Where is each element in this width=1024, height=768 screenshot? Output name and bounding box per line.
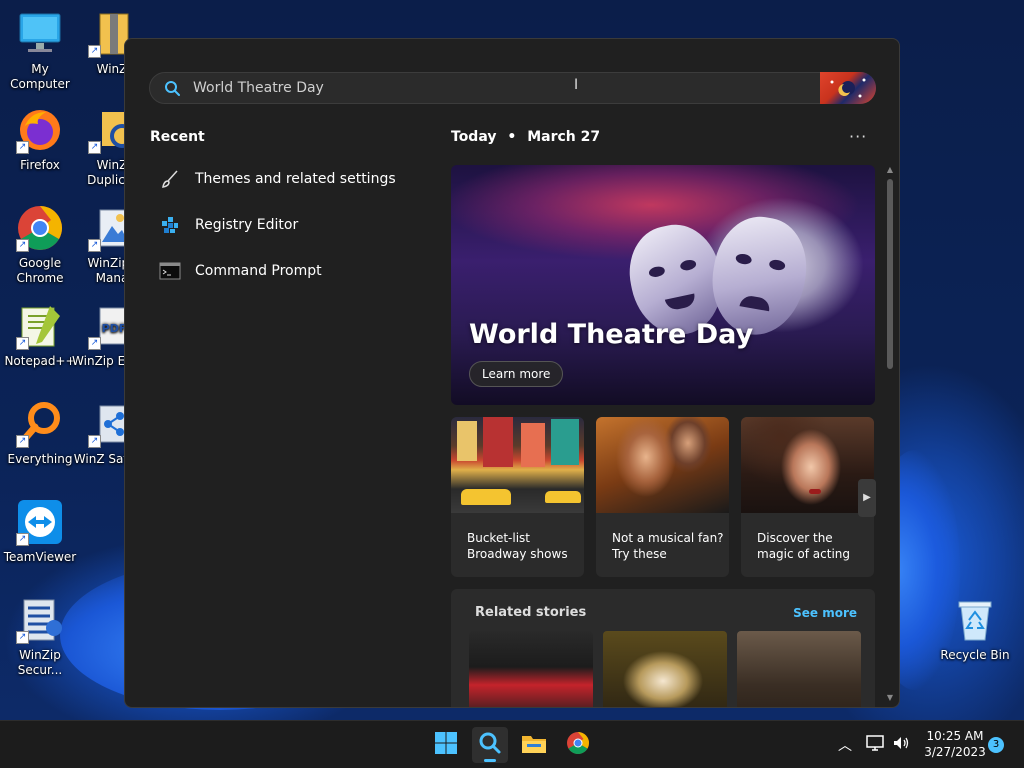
desktop-icon-winzip-secure[interactable]: ↗ WinZip Secur... [0,596,80,678]
svg-text:PDF: PDF [102,322,127,335]
command-prompt-icon [159,260,181,282]
card-image [451,417,584,513]
related-stories: Related stories See more [451,589,875,707]
teamviewer-icon: ↗ [16,498,64,546]
learn-more-button[interactable]: Learn more [469,361,564,387]
carousel-next-button[interactable]: ▶ [858,479,876,517]
shortcut-arrow-icon: ↗ [16,141,29,154]
clock[interactable]: 10:25 AM 3/27/2023 [916,728,994,760]
scrollbar[interactable]: ▲ ▼ [885,165,895,705]
start-button[interactable] [428,727,464,763]
desktop-icon-recycle-bin[interactable]: Recycle Bin [935,596,1015,663]
shortcut-arrow-icon: ↗ [88,45,101,58]
shortcut-arrow-icon: ↗ [16,239,29,252]
registry-editor-icon [159,214,181,236]
desktop-icon-label: TeamViewer [3,550,77,564]
taskbar: ︿ 10:25 AM 3/27/2023 3 [0,720,1024,768]
shortcut-arrow-icon: ↗ [88,435,101,448]
windows-logo-icon [434,731,458,759]
desktop-icon-label: My Computer [10,62,70,91]
computer-icon [16,10,64,58]
related-story-thumb[interactable] [737,631,861,707]
desktop-icon-label: Firefox [20,158,60,172]
notification-badge[interactable]: 3 [988,737,1004,753]
taskbar-search-button[interactable] [472,727,508,763]
scroll-up-icon[interactable]: ▲ [885,165,895,174]
card-caption: Bucket-list Broadway shows [467,531,568,561]
shortcut-arrow-icon: ↗ [88,141,101,154]
firefox-icon: ↗ [16,106,64,154]
card-caption: Not a musical fan? Try these [612,531,724,561]
search-highlight-doodle-icon[interactable] [820,72,876,104]
today-label: Today [451,129,497,145]
more-options-button[interactable]: ··· [849,127,867,146]
recent-heading: Recent [150,129,205,145]
recent-item-label: Command Prompt [195,263,322,279]
taskbar-chrome[interactable] [560,727,596,763]
recent-item-label: Themes and related settings [195,171,396,187]
search-panel: World Theatre Day I Recent Themes and re… [124,38,900,708]
shortcut-arrow-icon: ↗ [16,435,29,448]
hero-banner[interactable]: World Theatre Day Learn more [451,165,875,405]
search-query: World Theatre Day [193,80,324,96]
recent-item-themes[interactable]: Themes and related settings [159,167,396,191]
recent-item-registry-editor[interactable]: Registry Editor [159,213,298,237]
card-acting[interactable]: Discover the magic of acting [741,417,874,577]
shortcut-arrow-icon: ↗ [16,337,29,350]
scroll-down-icon[interactable]: ▼ [885,693,895,702]
shortcut-arrow-icon: ↗ [88,239,101,252]
card-musical[interactable]: Not a musical fan? Try these [596,417,729,577]
clock-date: 3/27/2023 [924,745,986,759]
notepadpp-icon: ↗ [16,302,64,350]
shortcut-arrow-icon: ↗ [16,533,29,546]
card-broadway[interactable]: Bucket-list Broadway shows [451,417,584,577]
clock-time: 10:25 AM [926,729,984,743]
search-icon [478,731,502,759]
recycle-bin-icon [951,596,999,644]
brush-icon [159,168,181,190]
today-heading: Today • March 27 [451,129,600,145]
text-cursor-icon: I [574,77,579,93]
desktop-icon-everything[interactable]: ↗ Everything [0,400,80,467]
related-stories-title: Related stories [475,605,587,620]
desktop-icon-my-computer[interactable]: My Computer [0,10,80,92]
volume-icon[interactable] [892,735,910,755]
card-image [596,417,729,513]
shortcut-arrow-icon: ↗ [16,631,29,644]
everything-icon: ↗ [16,400,64,448]
scrollbar-thumb[interactable] [887,179,893,369]
desktop-icon-label: WinZ [96,62,128,76]
chrome-icon: ↗ [16,204,64,252]
search-input[interactable]: World Theatre Day I [149,72,876,104]
desktop-icon-notepadpp[interactable]: ↗ Notepad++ [0,302,80,369]
related-story-thumb[interactable] [603,631,727,707]
search-icon [164,80,180,96]
chevron-up-icon[interactable]: ︿ [838,735,852,755]
recent-item-command-prompt[interactable]: Command Prompt [159,259,322,283]
recent-item-label: Registry Editor [195,217,299,233]
desktop-icon-label: Notepad++ [4,354,76,368]
desktop-icon-label: Google Chrome [16,256,64,285]
card-image [741,417,874,513]
chrome-icon [566,731,590,759]
desktop-icon-teamviewer[interactable]: ↗ TeamViewer [0,498,80,565]
shortcut-arrow-icon: ↗ [88,337,101,350]
card-caption: Discover the magic of acting [757,531,850,561]
desktop-icon-chrome[interactable]: ↗ Google Chrome [0,204,80,286]
winzip-secure-icon: ↗ [16,596,64,644]
related-story-thumb[interactable] [469,631,593,707]
network-icon[interactable] [866,735,884,755]
desktop-icon-label: Everything [7,452,73,466]
folder-icon [521,732,547,758]
today-date: March 27 [527,129,601,145]
see-more-link[interactable]: See more [793,606,857,620]
hero-title: World Theatre Day [469,319,754,350]
today-separator: • [507,129,517,145]
desktop-icon-label: WinZip Secur... [17,648,63,677]
desktop-icon-firefox[interactable]: ↗ Firefox [0,106,80,173]
desktop-icon-label: Recycle Bin [940,648,1010,662]
taskbar-file-explorer[interactable] [516,727,552,763]
